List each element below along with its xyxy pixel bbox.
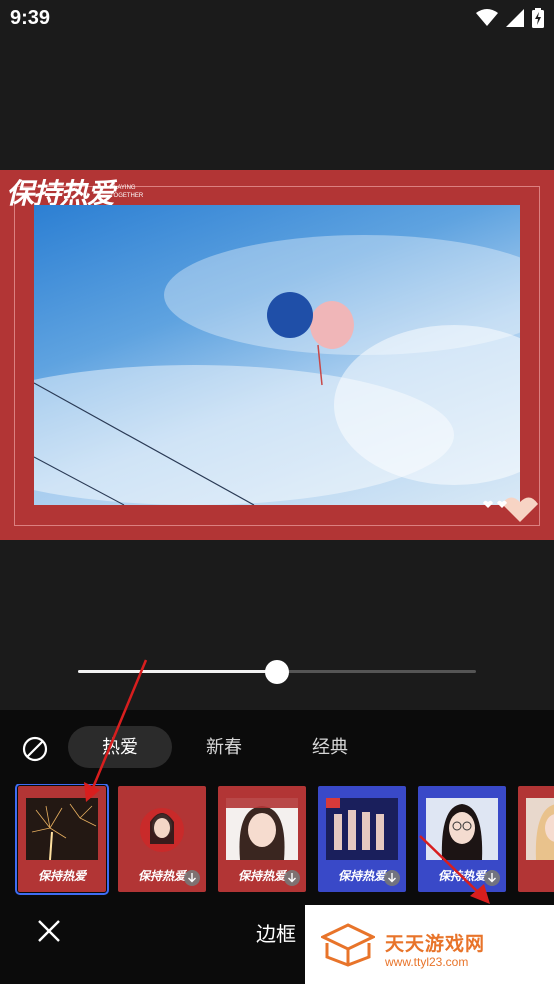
download-icon[interactable] [184,870,200,886]
frame-thumbnail[interactable]: 保持热爱 [218,786,306,892]
status-icons [476,8,544,28]
frame-thumbnail[interactable]: 保持热爱 [318,786,406,892]
battery-charging-icon [532,8,544,28]
tab-classic[interactable]: 经典 [290,726,370,768]
watermark-name: 天天游戏网 [385,934,486,955]
sky-balloons-image [34,235,520,505]
frame-thumbnail[interactable]: 保持热爱 [15,784,109,895]
panel-title: 边框 [256,924,296,946]
heart-decoration-icon [483,497,538,522]
download-icon[interactable] [284,870,300,886]
frame-preview: 保持热爱 PLAYING TOGETHER [0,170,554,540]
tab-hot-love[interactable]: 热爱 [68,726,172,768]
group-stage-image [326,798,398,860]
tab-new-year[interactable]: 新春 [184,726,264,768]
download-icon[interactable] [484,870,500,886]
portrait-glasses-image [426,798,498,860]
close-icon[interactable] [36,918,62,944]
frame-intensity-slider[interactable] [78,660,476,684]
watermark-logo-icon [321,923,375,967]
cellular-signal-icon [506,9,524,27]
slider-fill [78,670,277,673]
frame-logo-subtitle: PLAYING TOGETHER [110,185,144,199]
status-time: 9:39 [10,7,51,29]
frame-thumbnail[interactable] [518,786,554,892]
preview-photo [34,205,520,505]
status-bar: 9:39 [0,0,554,38]
frame-thumbnail-list[interactable]: 保持热爱 保持热爱 保持热爱 保持热爱 保持热爱 [14,784,554,896]
portrait-image [526,798,554,860]
wifi-icon [476,9,498,26]
no-frame-icon[interactable] [22,736,48,762]
frame-thumbnail[interactable]: 保持热爱 [418,786,506,892]
slider-thumb[interactable] [265,660,289,684]
portrait-image [126,798,198,860]
download-icon[interactable] [384,870,400,886]
frame-thumbnail[interactable]: 保持热爱 [118,786,206,892]
fireworks-image [26,798,98,860]
site-watermark: 天天游戏网 www.ttyl23.com [305,905,554,984]
portrait-image [226,798,298,860]
thumbnail-caption: 保持热爱 [37,869,86,883]
watermark-url: www.ttyl23.com [385,955,469,969]
